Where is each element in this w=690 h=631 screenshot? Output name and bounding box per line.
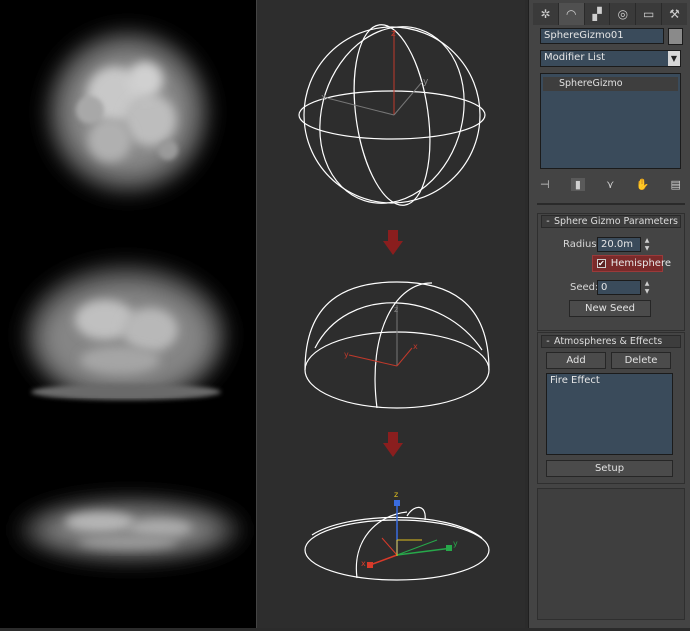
display-tab[interactable]: ▭: [636, 3, 663, 25]
arrow-down-icon: [383, 230, 403, 255]
fire-render-sphere: [48, 32, 208, 192]
modifier-list-value: Modifier List: [544, 52, 606, 63]
make-unique-icon[interactable]: ⋎: [606, 178, 614, 191]
radius-spinner[interactable]: ▲ ▼: [643, 238, 651, 252]
modifier-stack[interactable]: SphereGizmo: [540, 73, 681, 169]
sphere-gizmo-rollout-header[interactable]: - Sphere Gizmo Parameters: [541, 215, 681, 228]
create-tab[interactable]: ✲: [533, 3, 559, 25]
collapse-icon: -: [546, 336, 550, 347]
seed-label: Seed:: [570, 282, 599, 293]
chevron-down-icon[interactable]: ▼: [668, 51, 680, 66]
create-icon: ✲: [540, 7, 551, 21]
hemisphere-checkbox[interactable]: ✔ Hemisphere: [592, 255, 671, 272]
radius-field[interactable]: 20.0m: [597, 237, 641, 252]
hierarchy-icon: ▞: [592, 7, 602, 21]
axis-y-label: y: [453, 539, 458, 548]
render-preview-strip: [0, 0, 257, 628]
divider: [537, 203, 685, 205]
sphere-axis-tripod: z x y: [321, 29, 429, 116]
new-seed-button[interactable]: New Seed: [569, 300, 651, 317]
modify-icon: ◠: [566, 7, 577, 21]
axis-x-label: x: [321, 93, 327, 103]
panel-empty-area: [537, 488, 685, 620]
stack-toolbar: ⊣ ▮ ⋎ ✋ ▤: [540, 176, 681, 192]
seed-spinner[interactable]: ▲ ▼: [643, 281, 651, 295]
rollout-title: Atmospheres & Effects: [554, 336, 663, 347]
gizmo-wireframes: z x y z y x z y x: [298, 24, 490, 581]
delete-effect-button[interactable]: Delete: [611, 352, 671, 369]
axis-y-label: y: [423, 77, 429, 87]
motion-icon: ◎: [617, 7, 629, 21]
axis-z-label: z: [394, 490, 398, 499]
radius-label: Radius:: [563, 239, 600, 250]
effects-list-item[interactable]: Fire Effect: [547, 374, 672, 387]
utilities-icon: ⚒: [669, 7, 680, 21]
arrow-down-icon: [383, 432, 403, 457]
fire-renders: [0, 32, 256, 562]
axis-z-label: z: [394, 305, 398, 314]
axis-x-label: x: [413, 342, 418, 351]
setup-button[interactable]: Setup: [546, 460, 673, 477]
motion-tab[interactable]: ◎: [610, 3, 637, 25]
hierarchy-tab[interactable]: ▞: [585, 3, 611, 25]
atmospheres-rollout-header[interactable]: - Atmospheres & Effects: [541, 335, 681, 348]
display-icon: ▭: [643, 7, 655, 21]
effects-list[interactable]: Fire Effect: [546, 373, 673, 455]
rollout-title: Sphere Gizmo Parameters: [554, 216, 678, 227]
axis-x-label: x: [361, 559, 366, 568]
add-effect-button[interactable]: Add: [546, 352, 606, 369]
fire-render-flat: [20, 498, 240, 562]
hemisphere-label: Hemisphere: [610, 258, 671, 269]
flat-gizmo-transform-tripod: z y x: [361, 490, 458, 568]
remove-modifier-icon[interactable]: ✋: [636, 178, 650, 191]
command-panel-tabs: ✲ ◠ ▞ ◎ ▭ ⚒: [533, 3, 687, 25]
viewport[interactable]: z x y z y x z y x: [257, 0, 525, 628]
axis-y-label: y: [344, 350, 349, 359]
seed-field[interactable]: 0: [597, 280, 641, 295]
command-panel: ✲ ◠ ▞ ◎ ▭ ⚒ SphereGizmo01 Modifier List …: [528, 0, 690, 628]
modify-tab[interactable]: ◠: [558, 3, 585, 25]
configure-sets-icon[interactable]: ▤: [671, 178, 681, 191]
fire-render-hemisphere: [0, 265, 256, 458]
show-end-result-icon[interactable]: ▮: [570, 177, 585, 191]
object-name-field[interactable]: SphereGizmo01: [540, 28, 664, 44]
modifier-stack-item[interactable]: SphereGizmo: [543, 77, 678, 91]
object-color-swatch[interactable]: [668, 28, 683, 45]
checkmark-icon: ✔: [597, 259, 606, 268]
utilities-tab[interactable]: ⚒: [662, 3, 687, 25]
modifier-list-dropdown[interactable]: Modifier List: [540, 50, 681, 67]
axis-z-label: z: [391, 29, 396, 39]
pin-stack-icon[interactable]: ⊣: [540, 178, 550, 191]
collapse-icon: -: [546, 216, 550, 227]
